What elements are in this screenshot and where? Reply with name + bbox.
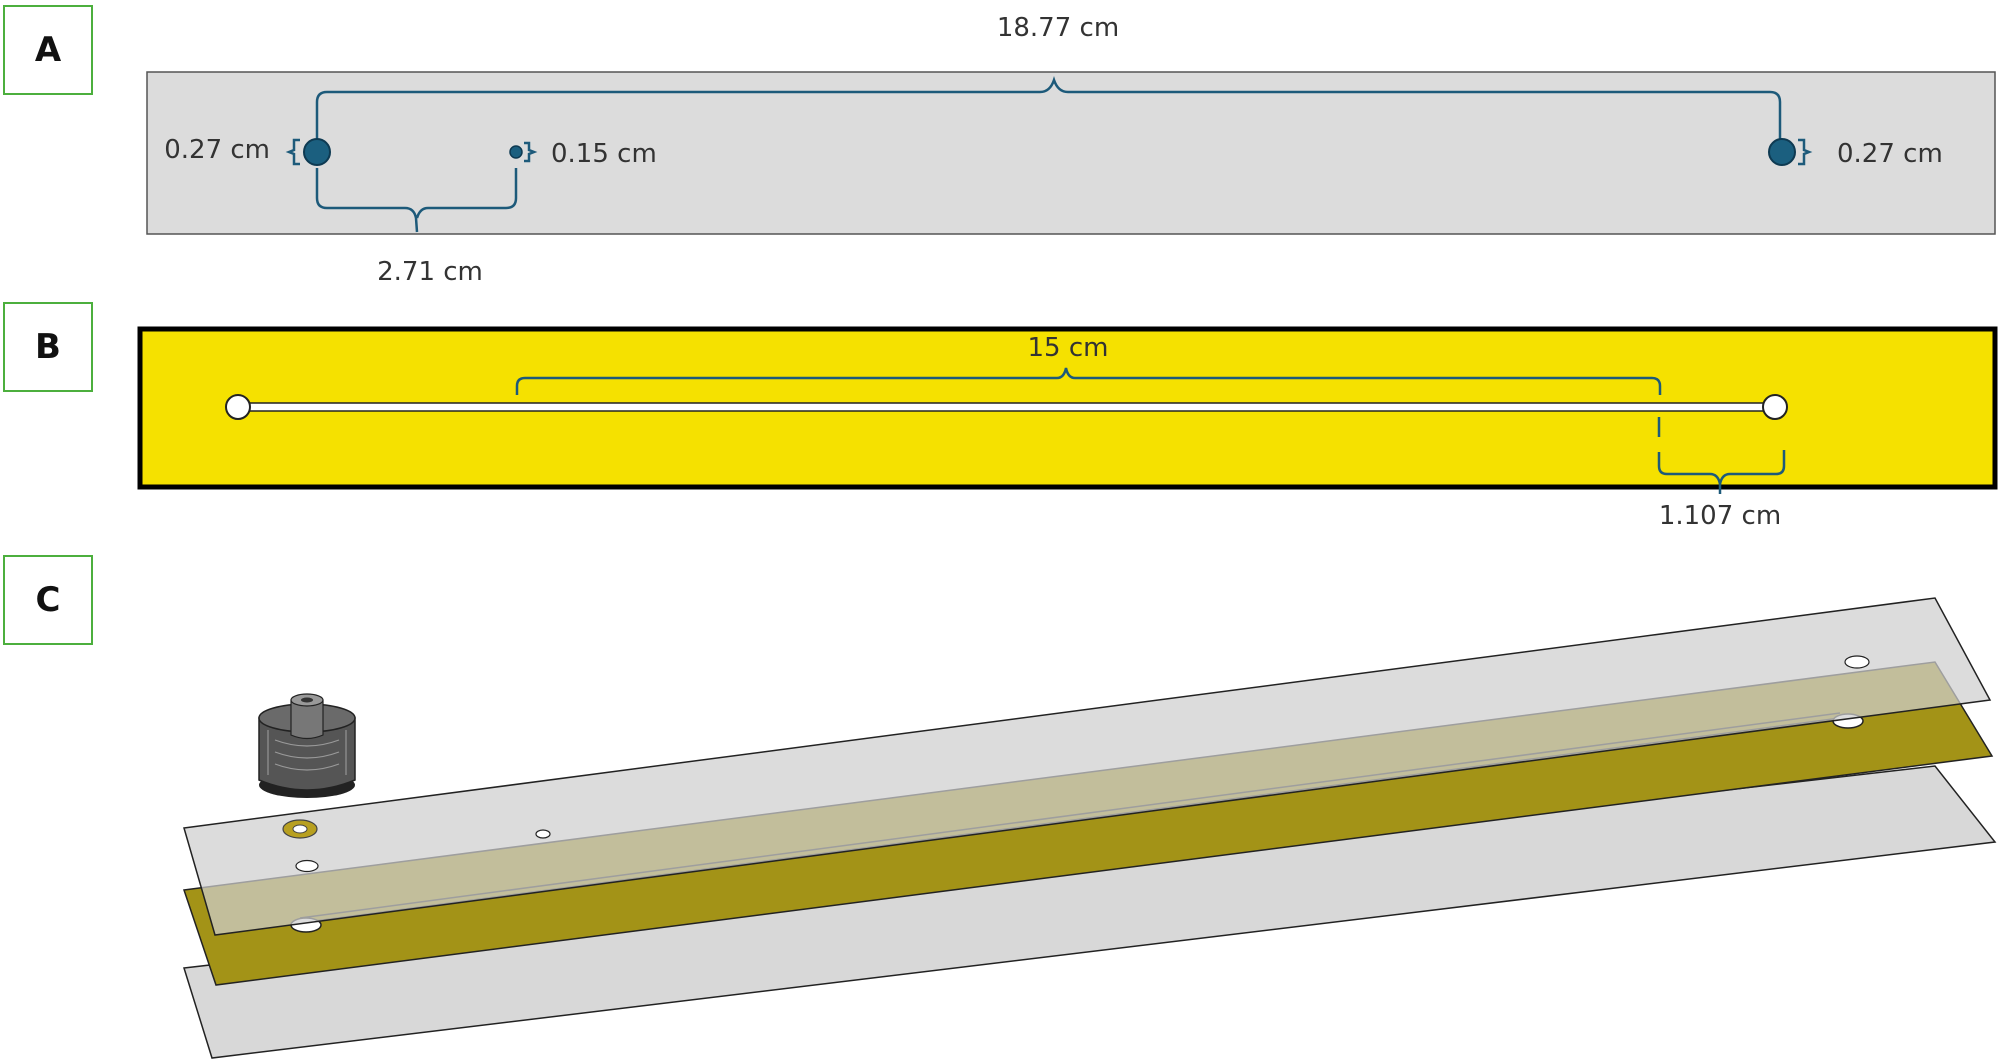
panel-a: 18.77 cm 0.27 cm 0.15 cm 0.27 cm 2.71 cm xyxy=(146,13,1996,287)
panel-c xyxy=(182,597,1997,1059)
panel-b: 15 cm 1.107 cm xyxy=(137,326,1998,531)
left-port-hole xyxy=(303,138,331,166)
end-offset-label: 1.107 cm xyxy=(1659,501,1781,531)
small-hole-label: 0.15 cm xyxy=(551,139,657,169)
right-hole-label: 0.27 cm xyxy=(1837,139,1943,169)
left-hole-label: 0.27 cm xyxy=(164,135,270,165)
channel-inlet xyxy=(225,394,251,420)
overall-length-label: 18.77 cm xyxy=(997,13,1119,43)
flow-channel xyxy=(237,402,1776,412)
channel-outlet xyxy=(1762,394,1788,420)
luer-connector-3d xyxy=(258,693,356,798)
top-small-hole xyxy=(535,829,551,839)
top-left-hole xyxy=(295,859,319,873)
top-port-ring-hole xyxy=(292,824,308,834)
channel-length-label: 15 cm xyxy=(1028,333,1109,363)
right-port-hole xyxy=(1768,138,1796,166)
hole-spacing-label: 2.71 cm xyxy=(377,257,483,287)
figure-canvas: 18.77 cm 0.27 cm 0.15 cm 0.27 cm 2.71 cm… xyxy=(137,13,1998,1059)
small-vent-hole xyxy=(509,145,523,159)
top-right-hole xyxy=(1844,655,1870,669)
